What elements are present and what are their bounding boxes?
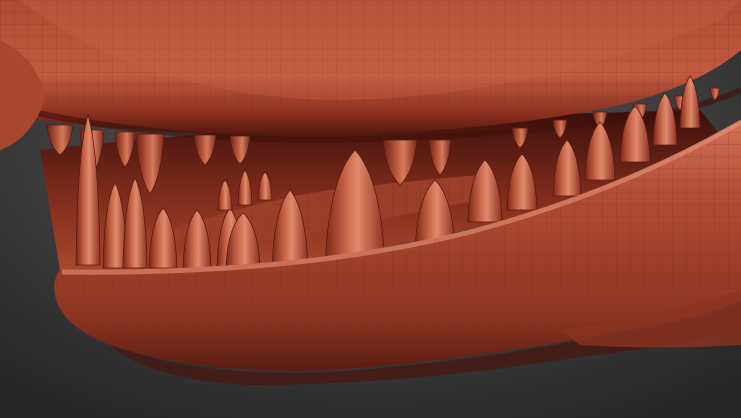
sculpt-render <box>0 0 741 418</box>
render-viewport <box>0 0 741 418</box>
